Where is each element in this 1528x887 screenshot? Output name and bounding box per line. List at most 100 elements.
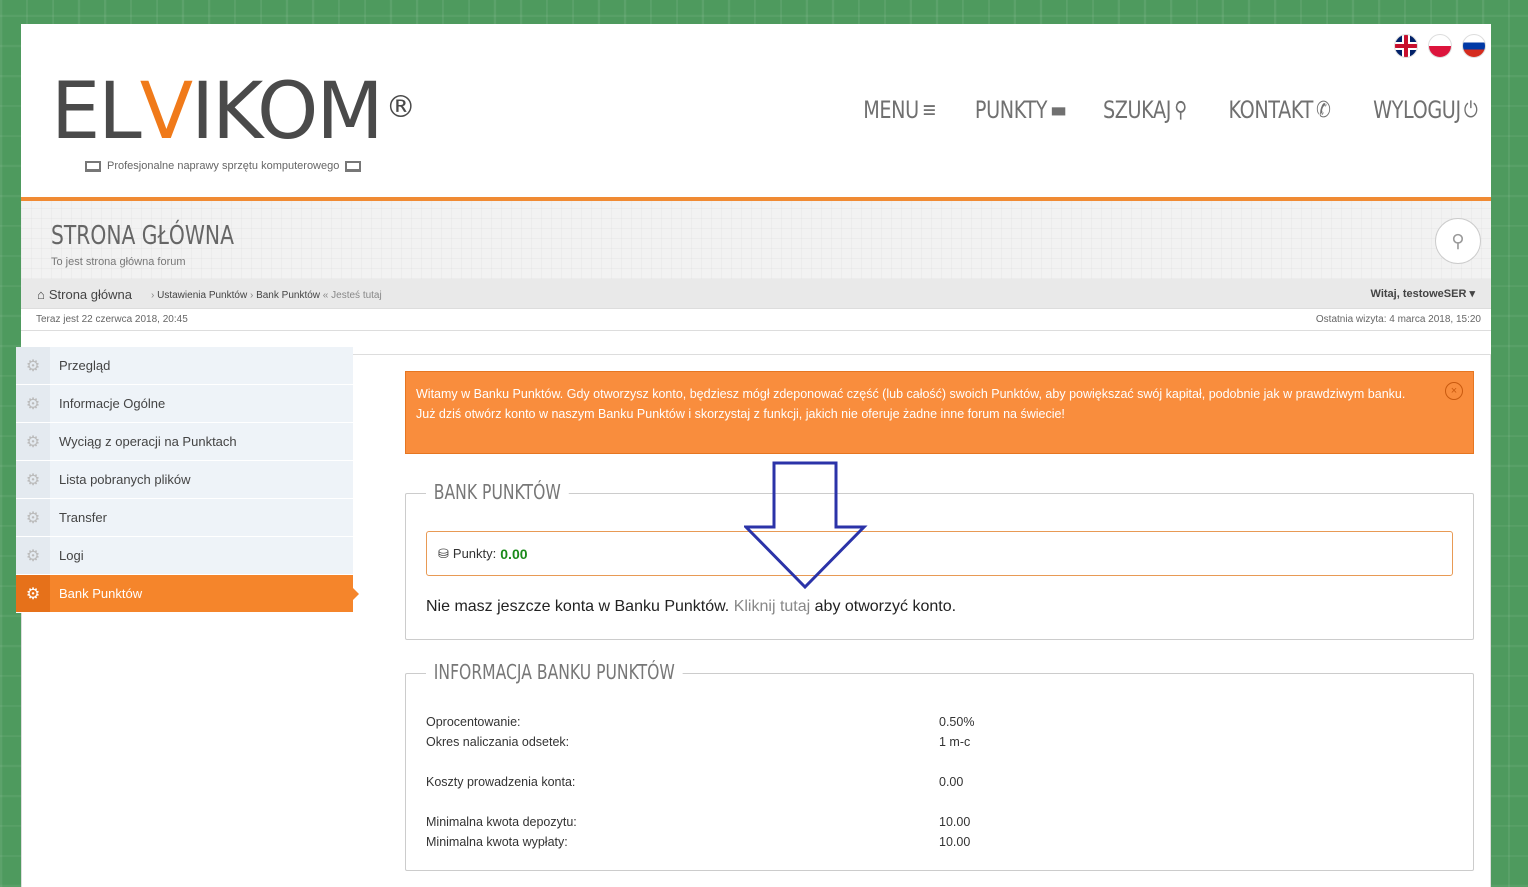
info-label: Minimalna kwota depozytu: (426, 815, 577, 829)
uk-flag-icon[interactable] (1394, 34, 1418, 58)
no-account-text: Nie masz jeszcze konta w Banku Punktów. (426, 598, 730, 615)
breadcrumb-home[interactable]: ⌂ Strona główna (37, 287, 132, 302)
info-value: 0.50% (939, 715, 975, 729)
gear-icon: ⚙ (16, 347, 50, 384)
annotation-arrow (744, 461, 868, 590)
info-label: Koszty prowadzenia konta: (426, 775, 576, 789)
nav-wyloguj-label: WYLOGUJ (1372, 96, 1461, 124)
laptop-icon (345, 160, 362, 172)
bank-info-legend: INFORMACJA BANKU PUNKTÓW (426, 660, 683, 684)
sidebar-item-transfer[interactable]: ⚙ Transfer (16, 499, 353, 537)
sidebar-item-lista[interactable]: ⚙ Lista pobranych plików (16, 461, 353, 499)
breadcrumb-item-bank[interactable]: Bank Punktów (256, 290, 320, 301)
breadcrumb-you-are-here: « Jesteś tutaj (322, 290, 382, 301)
info-label: Oprocentowanie: (426, 715, 521, 729)
info-value: 1 m-c (939, 735, 971, 749)
bank-info-table: Oprocentowanie: 0.50% Okres naliczania od… (426, 712, 974, 852)
home-icon: ⌂ (37, 287, 45, 302)
info-row: Minimalna kwota wypłaty: 10.00 (426, 832, 974, 852)
sidebar-item-label: Logi (59, 548, 84, 563)
money-icon: ▬ (1050, 97, 1067, 123)
nav-kontakt[interactable]: KONTAKT ✆ (1229, 96, 1331, 124)
sidebar-item-label: Bank Punktów (59, 586, 143, 601)
sidebar-item-label: Transfer (59, 510, 107, 525)
current-time: Teraz jest 22 czerwca 2018, 20:45 (36, 314, 188, 325)
nav-menu[interactable]: MENU ≡ (863, 96, 936, 124)
no-account-text-end: aby otworzyć konto. (814, 598, 957, 615)
laptop-icon (85, 160, 101, 172)
points-box: ⛁ Punkty: 0.00 (426, 531, 1453, 576)
gear-icon: ⚙ (16, 575, 50, 612)
logo-tagline-row: Profesjonalne naprawy sprzętu komputerow… (85, 160, 414, 172)
language-flags (1394, 34, 1486, 58)
breadcrumb-separator: › (249, 290, 254, 301)
page-subtitle: To jest strona główna forum (51, 256, 186, 268)
info-label: Minimalna kwota wypłaty: (426, 835, 568, 849)
page-banner: STRONA GŁÓWNA To jest strona główna foru… (21, 201, 1491, 279)
points-value: 0.00 (500, 545, 528, 562)
search-icon: ⚲ (1174, 97, 1188, 123)
info-value: 10.00 (939, 815, 971, 829)
logo-part-1: ЕL (51, 67, 142, 157)
info-row: Koszty prowadzenia konta: 0.00 (426, 772, 974, 792)
last-visit: Ostatnia wizyta: 4 marca 2018, 15:20 (1315, 314, 1481, 325)
sidebar-item-wyciag[interactable]: ⚙ Wyciąg z operacji na Punktach (16, 423, 353, 461)
sidebar-item-label: Lista pobranych plików (59, 472, 191, 487)
info-row: Minimalna kwota depozytu: 10.00 (426, 812, 974, 832)
breadcrumb-separator: › (151, 290, 155, 301)
sidebar-item-label: Wyciąg z operacji na Punktach (59, 434, 237, 449)
ru-flag-icon[interactable] (1462, 34, 1486, 58)
power-icon: ⏻ (1463, 97, 1477, 123)
nav-szukaj-label: SZUKAJ (1103, 96, 1172, 124)
info-row: Okres naliczania odsetek: 1 m-c (426, 732, 974, 752)
nav-wyloguj[interactable]: WYLOGUJ ⏻ (1372, 96, 1478, 124)
main-nav: MENU ≡ PUNKTY ▬ SZUKAJ ⚲ KONTAKT ✆ WYLOGUJ ⏻ (845, 96, 1478, 124)
bank-legend: BANK PUNKTÓW (426, 480, 569, 504)
info-value: 0.00 (939, 775, 964, 789)
search-button[interactable]: ⚲ (1435, 218, 1481, 264)
bank-panel: BANK PUNKTÓW ⛁ Punkty: 0.00 Nie masz jes… (405, 480, 1474, 640)
user-menu[interactable]: Witaj, testoweSER ▾ (1371, 287, 1475, 300)
sidebar-item-logi[interactable]: ⚙ Logi (16, 537, 353, 575)
info-alert: Witamy w Banku Punktów. Gdy otworzysz ko… (405, 371, 1474, 454)
pl-flag-icon[interactable] (1428, 34, 1452, 58)
page-title: STRONA GŁÓWNA (51, 221, 234, 251)
site-logo[interactable]: ЕL V IKOM ® Profesjonalne naprawy sprzętu k… (51, 67, 416, 172)
info-value: 10.00 (939, 835, 971, 849)
breadcrumb-item-settings[interactable]: Ustawienia Punktów (157, 290, 247, 301)
phone-icon: ✆ (1316, 97, 1331, 123)
sidebar-item-label: Przegląd (59, 358, 111, 373)
open-account-link[interactable]: Kliknij tutaj (734, 598, 810, 615)
sidebar-item-informacje[interactable]: ⚙ Informacje Ogólne (16, 385, 353, 423)
alert-text: Witamy w Banku Punktów. Gdy otworzysz ko… (416, 387, 1406, 421)
nav-punkty[interactable]: PUNKTY ▬ (975, 96, 1067, 124)
hamburger-icon: ≡ (921, 97, 937, 123)
gear-icon: ⚙ (16, 423, 50, 460)
logo-tagline: Profesjonalne naprawy sprzętu komputerow… (107, 160, 340, 172)
breadcrumb-trail: › Ustawienia Punktów › Bank Punktów « Je… (151, 290, 382, 301)
gear-icon: ⚙ (16, 385, 50, 422)
time-bar: Teraz jest 22 czerwca 2018, 20:45 Ostatn… (21, 309, 1491, 331)
coins-icon: ⛁ (438, 545, 449, 561)
close-icon[interactable]: × (1445, 382, 1463, 400)
nav-menu-label: MENU (862, 96, 919, 124)
sidebar: ⚙ Przegląd ⚙ Informacje Ogólne ⚙ Wyciąg z o… (16, 347, 359, 613)
nav-kontakt-label: KONTAKT (1228, 96, 1314, 124)
search-icon: ⚲ (1451, 230, 1465, 251)
breadcrumb-home-label: Strona główna (48, 287, 132, 302)
info-row: Oprocentowanie: 0.50% (426, 712, 974, 732)
bank-info-panel: INFORMACJA BANKU PUNKTÓW Oprocentowanie:… (405, 660, 1474, 871)
sidebar-item-label: Informacje Ogólne (59, 396, 166, 411)
sidebar-item-bank[interactable]: ⚙ Bank Punktów (16, 575, 359, 613)
sidebar-item-przeglad[interactable]: ⚙ Przegląd (16, 347, 353, 385)
nav-punkty-label: PUNKTY (974, 96, 1048, 124)
gear-icon: ⚙ (16, 537, 50, 574)
no-account-message: Nie masz jeszcze konta w Banku Punktów. … (426, 598, 956, 616)
gear-icon: ⚙ (16, 499, 50, 536)
info-label: Okres naliczania odsetek: (426, 735, 570, 749)
gear-icon: ⚙ (16, 461, 50, 498)
points-label: Punkty: (452, 546, 497, 561)
logo-registered-mark: ® (385, 90, 416, 125)
nav-szukaj[interactable]: SZUKAJ ⚲ (1103, 96, 1187, 124)
logo-part-3: IKOM (191, 67, 384, 157)
